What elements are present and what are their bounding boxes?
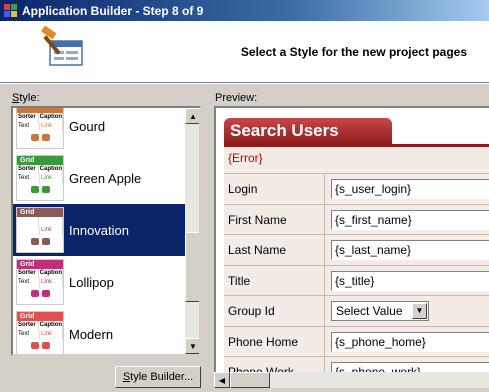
style-list-item[interactable]: Sorter Caption Text Link Gourd [13, 108, 185, 152]
thumbnail-grid-header: Grid [17, 208, 63, 217]
text-input[interactable]: {s_first_name} [331, 209, 489, 230]
thumbnail-nav-arrows [17, 238, 63, 245]
style-name: Green Apple [69, 170, 142, 186]
group-id-select[interactable]: Select Value ▼ [331, 301, 429, 321]
preview-form-row: Last Name {s_last_name} [224, 234, 489, 265]
builder-tools-icon [40, 25, 83, 66]
thumbnail-grid-header: Grid [17, 312, 63, 321]
field-label: Group Id [228, 304, 275, 318]
thumbnail-nav-arrows [17, 290, 63, 297]
thumbnail-header-row: Sorter Caption [18, 269, 63, 278]
thumbnail-nav-arrows [17, 186, 63, 193]
column-divider [324, 204, 325, 235]
text-input[interactable]: {s_user_login} [331, 179, 489, 199]
style-thumbnail: Sorter Caption Text Link [16, 108, 64, 149]
thumbnail-header-row: Sorter Caption [18, 321, 63, 330]
style-builder-button[interactable]: Style Builder... [115, 366, 201, 388]
column-divider [324, 265, 325, 296]
preview-form-row: Group Id Select Value ▼ [224, 295, 489, 326]
style-thumbnail: Grid Sorter Caption Text Link [16, 311, 64, 354]
thumbnail-nav-arrows [17, 134, 63, 141]
thumbnail-data-row: Text Link [17, 226, 63, 235]
text-input[interactable]: {s_phone_home} [331, 331, 489, 352]
thumbnail-header-row: Sorter Caption [18, 113, 63, 122]
scroll-up-button[interactable]: ▲ [185, 108, 199, 124]
field-label: Login [228, 182, 258, 196]
header-divider [0, 83, 489, 85]
style-list-items: Sorter Caption Text Link Gourd Grid Sorter Capt… [13, 108, 185, 354]
field-label: Phone Home [228, 334, 299, 349]
preview-horizontal-scrollbar[interactable]: ◀ [214, 372, 489, 388]
style-thumbnail: Grid Sorter Caption Text Link [16, 207, 64, 253]
style-list-item[interactable]: Grid Sorter Caption Text Link Lollipop [13, 256, 185, 308]
thumbnail-data-row: Text Link [17, 330, 63, 339]
thumbnail-header-row: Sorter Caption [18, 165, 63, 174]
title-bar[interactable]: Application Builder - Step 8 of 9 [0, 0, 489, 21]
style-name: Gourd [69, 118, 106, 134]
style-name: Modern [69, 326, 114, 342]
style-thumbnail: Grid Sorter Caption Text Link [16, 259, 64, 305]
scroll-thumb[interactable] [185, 232, 199, 302]
preview-form-row: First Name {s_first_name} [224, 203, 489, 235]
thumbnail-nav-arrows [17, 342, 63, 349]
preview-form: {Error} Login {s_user_login} First Name {s_… [224, 147, 489, 376]
style-list-item[interactable]: Grid Sorter Caption Text Link Green Apple [13, 152, 185, 204]
preview-error-text: {Error} [228, 151, 263, 165]
style-list-scrollbar[interactable]: ▲ ▼ [185, 108, 199, 354]
wizard-header: Select a Style for the new project pages [0, 21, 489, 83]
field-label: First Name [228, 212, 287, 227]
preview-form-row: Title {s_title} [224, 264, 489, 296]
column-divider [324, 326, 325, 357]
style-name: Lollipop [69, 274, 114, 290]
thumbnail-grid-header: Grid [17, 156, 63, 165]
text-input[interactable]: {s_title} [331, 270, 489, 291]
preview-label: Preview: [215, 92, 258, 104]
field-label: Title [228, 273, 251, 288]
thumbnail-data-row: Text Link [17, 122, 63, 131]
text-input[interactable]: {s_last_name} [331, 240, 489, 260]
preview-form-title: Search Users [224, 118, 392, 144]
dropdown-arrow-icon[interactable]: ▼ [412, 303, 427, 319]
style-thumbnail: Grid Sorter Caption Text Link [16, 155, 64, 201]
scroll-left-button[interactable]: ◀ [214, 372, 230, 388]
step-instruction: Select a Style for the new project pages [240, 45, 467, 59]
window-title: Application Builder - Step 8 of 9 [22, 3, 204, 18]
app-icon [4, 3, 18, 18]
thumbnail-header-row: Sorter Caption [18, 217, 63, 226]
thumbnail-data-row: Text Link [17, 174, 63, 183]
field-label: Last Name [228, 243, 287, 257]
style-list-item[interactable]: Grid Sorter Caption Text Link Modern [13, 308, 185, 354]
preview-form-row: Login {s_user_login} [224, 173, 489, 204]
column-divider [324, 296, 325, 326]
thumbnail-grid-header: Grid [17, 260, 63, 269]
preview-form-row: Phone Home {s_phone_home} [224, 325, 489, 357]
style-name: Innovation [69, 222, 129, 238]
style-listbox[interactable]: Sorter Caption Text Link Gourd Grid Sorter Capt… [11, 106, 201, 356]
preview-pane: Search Users {Error} Login {s_user_login}… [214, 106, 489, 376]
horizontal-scroll-thumb[interactable] [230, 372, 270, 388]
thumbnail-data-row: Text Link [17, 278, 63, 287]
column-divider [324, 235, 325, 265]
column-divider [324, 174, 325, 204]
style-list-item[interactable]: Grid Sorter Caption Text Link Innovation [13, 204, 185, 256]
scroll-down-button[interactable]: ▼ [185, 338, 199, 354]
style-list-label: Style: [12, 92, 40, 104]
